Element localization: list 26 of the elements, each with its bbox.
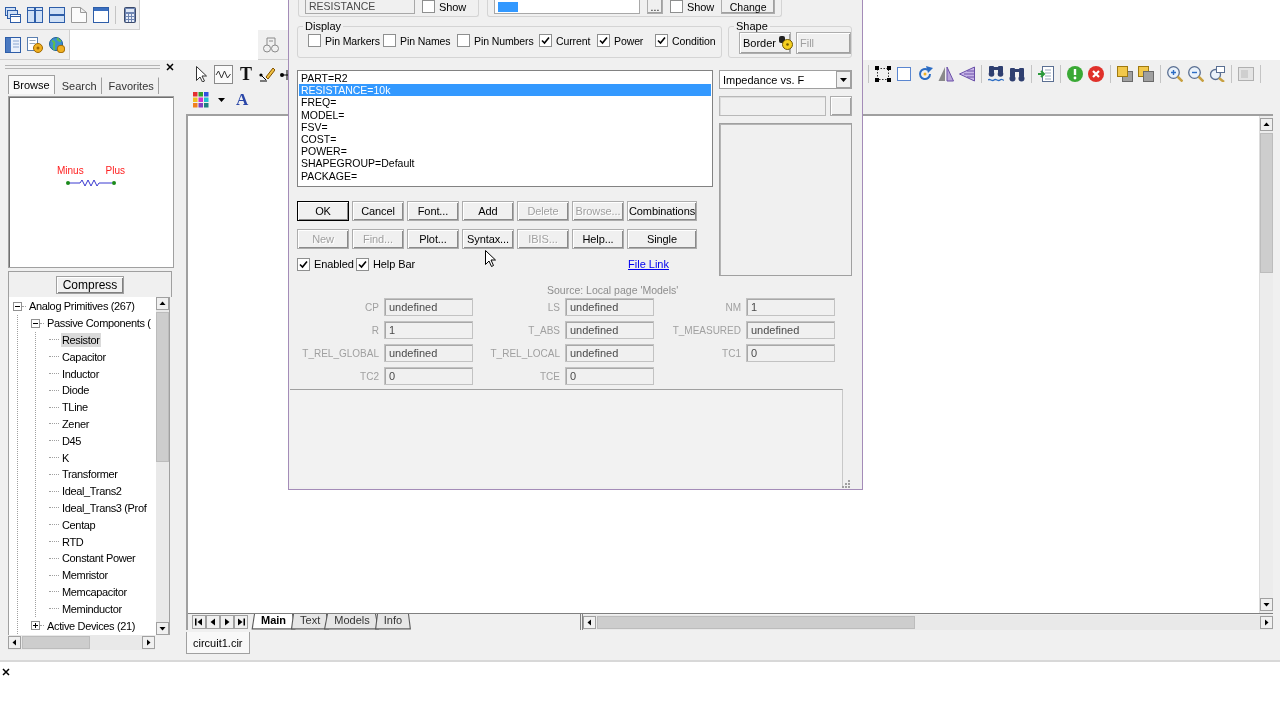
pin-label: Plus: [105, 165, 125, 176]
parameter-label: TCE: [539, 370, 560, 382]
parameter-label: T_MEASURED: [671, 324, 741, 336]
checkbox-label: Pin Numbers: [474, 34, 534, 47]
parameter-label: NM: [724, 301, 741, 313]
checkbox-label: Condition: [672, 34, 716, 47]
checkbox-label: Help Bar: [373, 258, 415, 270]
parameter-label: CP: [364, 301, 379, 313]
checkbox-label: Power: [614, 34, 644, 47]
group-title: Shape: [735, 20, 769, 32]
parameter-label: LS: [546, 301, 560, 313]
parameter-label: T_REL_GLOBAL: [301, 347, 379, 359]
parameter-label: TC1: [721, 347, 741, 359]
parameter-label: R: [370, 324, 379, 336]
parameter-label: T_ABS: [527, 324, 560, 336]
parameter-label: T_REL_LOCAL: [489, 347, 560, 359]
checkbox-label: Current: [556, 34, 591, 47]
pin-label: Minus: [57, 165, 84, 176]
checkbox-label: Show: [439, 0, 467, 13]
group-title: Display: [304, 20, 343, 32]
checkbox-label: Enabled: [314, 258, 354, 270]
source-label: Source: Local page 'Models': [546, 284, 680, 296]
checkbox-label: Pin Markers: [325, 34, 380, 47]
checkbox-label: Pin Names: [400, 34, 451, 47]
parameter-label: TC2: [359, 370, 379, 382]
checkbox-label: Show: [687, 0, 715, 13]
